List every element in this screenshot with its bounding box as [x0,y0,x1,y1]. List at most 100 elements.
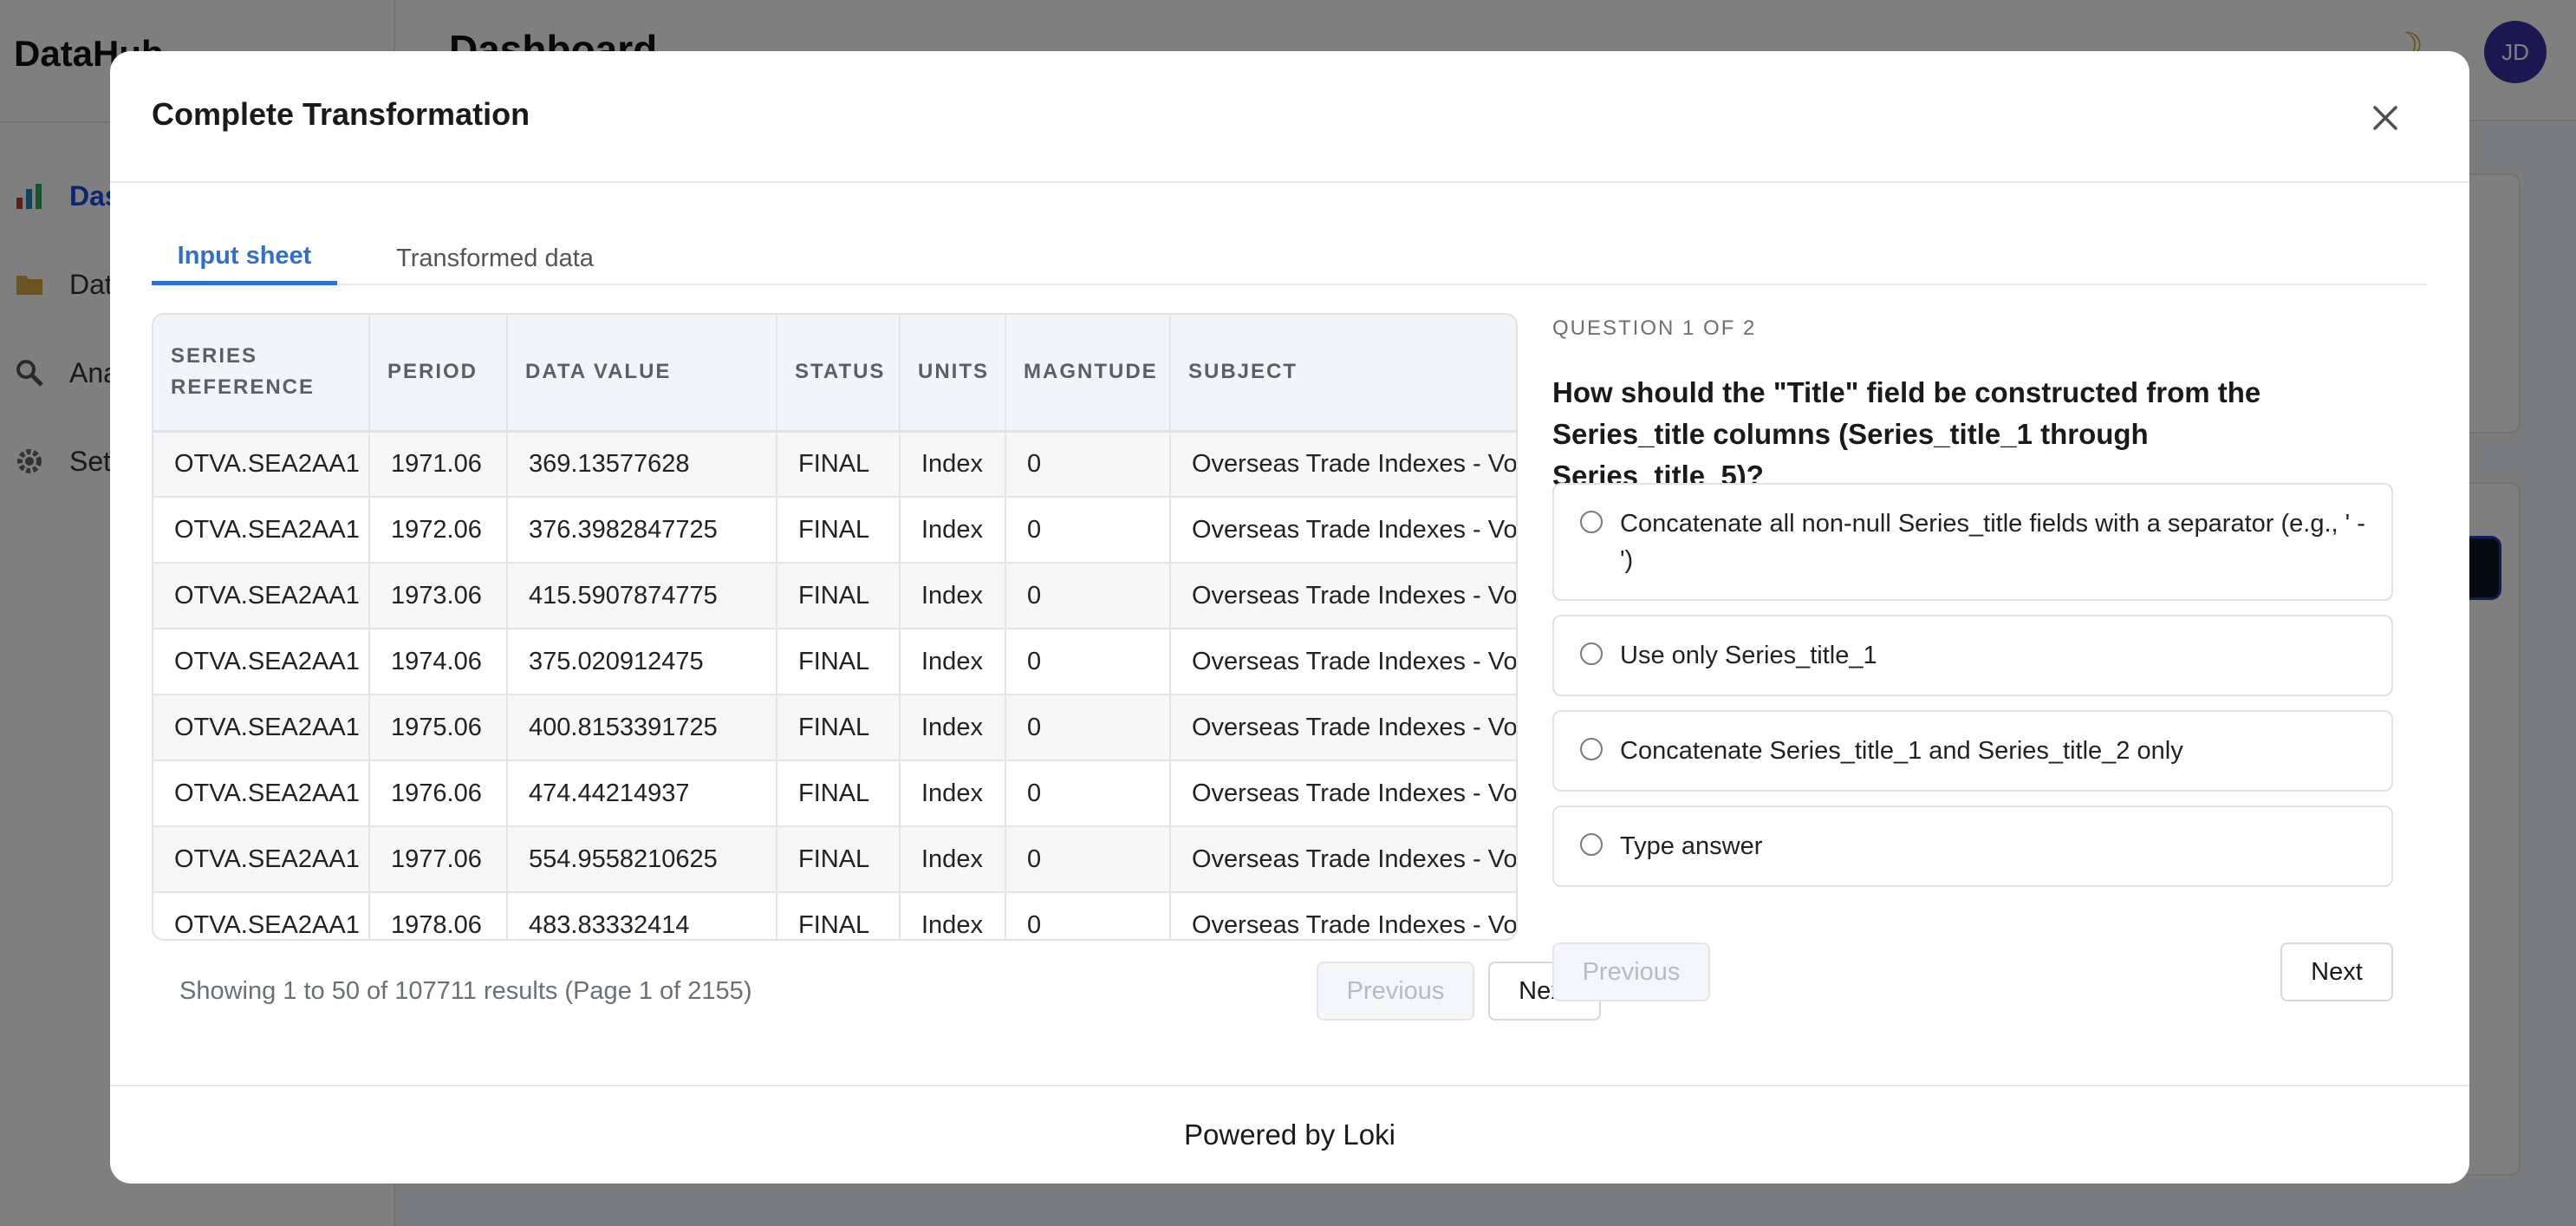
cell-magnitude: 0 [1005,497,1171,564]
cell-units: Index [900,497,1006,564]
cell-series-reference: OTVA.SEA2AA1 [153,826,370,893]
cell-series-reference: OTVA.SEA2AA1 [153,695,370,761]
question-counter: QUESTION 1 OF 2 [1552,316,1757,340]
close-button[interactable] [2362,95,2409,141]
cell-series-reference: OTVA.SEA2AA1 [153,563,370,629]
cell-period: 1974.06 [369,629,508,695]
option-label: Concatenate Series_title_1 and Series_ti… [1620,737,2183,765]
cell-subject: Overseas Trade Indexes - Vol [1170,826,1516,893]
question-next-button[interactable]: Next [2280,942,2393,1001]
cell-period: 1977.06 [369,826,508,893]
radio-button[interactable] [1580,833,1603,856]
modal-footer: Powered by Loki [110,1085,2469,1184]
cell-units: Index [900,431,1006,498]
cell-period: 1972.06 [369,497,508,564]
cell-magnitude: 0 [1005,826,1171,893]
cell-subject: Overseas Trade Indexes - Vol [1170,892,1516,939]
cell-status: FINAL [777,695,901,761]
option-label: Use only Series_title_1 [1620,642,1877,669]
cell-units: Index [900,760,1006,827]
cell-magnitude: 0 [1005,695,1171,761]
answer-option-series-title-1[interactable]: Use only Series_title_1 [1552,615,2393,696]
cell-subject: Overseas Trade Indexes - Vol [1170,760,1516,827]
cell-subject: Overseas Trade Indexes - Vol [1170,497,1516,564]
cell-status: FINAL [777,629,901,695]
answer-option-concatenate-all[interactable]: Concatenate all non-null Series_title fi… [1552,483,2393,601]
pagination-summary: Showing 1 to 50 of 107711 results (Page … [179,977,752,1005]
cell-series-reference: OTVA.SEA2AA1 [153,629,370,695]
cell-magnitude: 0 [1005,431,1171,498]
cell-data-value: 369.13577628 [507,431,777,498]
cell-magnitude: 0 [1005,563,1171,629]
radio-button[interactable] [1580,738,1603,760]
cell-data-value: 554.9558210625 [507,826,777,893]
cell-subject: Overseas Trade Indexes - Vol [1170,629,1516,695]
cell-subject: Overseas Trade Indexes - Vol [1170,695,1516,761]
column-header-subject[interactable]: SUBJECT [1170,315,1516,433]
column-header-magnitude[interactable]: MAGNTUDE [1005,315,1171,433]
data-table-container[interactable]: SERIES REFERENCE PERIOD DATA VALUE STATU… [152,313,1518,941]
cell-units: Index [900,695,1006,761]
cell-status: FINAL [777,497,901,564]
cell-data-value: 483.83332414 [507,892,777,939]
cell-data-value: 376.3982847725 [507,497,777,564]
modal-title: Complete Transformation [152,96,530,132]
tab-bar: Input sheet Transformed data [152,232,2428,285]
cell-period: 1978.06 [369,892,508,939]
cell-subject: Overseas Trade Indexes - Vol [1170,431,1516,498]
cell-magnitude: 0 [1005,629,1171,695]
cell-units: Index [900,563,1006,629]
cell-series-reference: OTVA.SEA2AA1 [153,892,370,939]
table-row[interactable]: OTVA.SEA2AA1 1973.06 415.5907874775 FINAL In… [153,563,1516,629]
column-header-status[interactable]: STATUS [777,315,901,433]
cell-series-reference: OTVA.SEA2AA1 [153,431,370,498]
cell-period: 1975.06 [369,695,508,761]
cell-units: Index [900,892,1006,939]
cell-series-reference: OTVA.SEA2AA1 [153,497,370,564]
cell-period: 1976.06 [369,760,508,827]
table-row[interactable]: OTVA.SEA2AA1 1976.06 474.44214937 FINAL Inde… [153,760,1516,827]
question-text: How should the "Title" field be construc… [1552,376,2261,492]
radio-button[interactable] [1580,511,1603,533]
cell-period: 1973.06 [369,563,508,629]
modal-header: Complete Transformation [110,51,2469,183]
cell-subject: Overseas Trade Indexes - Vol [1170,563,1516,629]
answer-option-type-answer[interactable]: Type answer [1552,805,2393,887]
cell-status: FINAL [777,760,901,827]
option-label: Concatenate all non-null Series_title fi… [1620,510,2365,574]
column-header-units[interactable]: UNITS [900,315,1006,433]
table-previous-button[interactable]: Previous [1317,962,1474,1021]
table-row[interactable]: OTVA.SEA2AA1 1977.06 554.9558210625 FINAL In… [153,826,1516,893]
cell-status: FINAL [777,826,901,893]
transformation-modal: Complete Transformation Input sheet Tran… [110,51,2469,1184]
close-icon [2373,106,2397,130]
cell-magnitude: 0 [1005,892,1171,939]
cell-units: Index [900,629,1006,695]
table-row[interactable]: OTVA.SEA2AA1 1971.06 369.13577628 FINAL Inde… [153,431,1516,498]
data-table: SERIES REFERENCE PERIOD DATA VALUE STATU… [153,315,1516,939]
option-label: Type answer [1620,832,1763,860]
column-header-period[interactable]: PERIOD [369,315,508,433]
tab-transformed-data[interactable]: Transformed data [368,232,621,285]
table-header-row: SERIES REFERENCE PERIOD DATA VALUE STATU… [153,315,1516,433]
table-row[interactable]: OTVA.SEA2AA1 1974.06 375.020912475 FINAL Ind… [153,629,1516,695]
cell-magnitude: 0 [1005,760,1171,827]
cell-period: 1971.06 [369,431,508,498]
table-row[interactable]: OTVA.SEA2AA1 1975.06 400.8153391725 FINAL In… [153,695,1516,761]
cell-data-value: 474.44214937 [507,760,777,827]
table-row[interactable]: OTVA.SEA2AA1 1972.06 376.3982847725 FINAL In… [153,497,1516,564]
cell-units: Index [900,826,1006,893]
cell-series-reference: OTVA.SEA2AA1 [153,760,370,827]
column-header-series-reference[interactable]: SERIES REFERENCE [153,315,370,433]
column-header-data-value[interactable]: DATA VALUE [507,315,777,433]
question-previous-button[interactable]: Previous [1552,942,1710,1001]
answer-option-title-1-and-2[interactable]: Concatenate Series_title_1 and Series_ti… [1552,710,2393,792]
table-row[interactable]: OTVA.SEA2AA1 1978.06 483.83332414 FINAL Inde… [153,892,1516,939]
cell-data-value: 415.5907874775 [507,563,777,629]
cell-status: FINAL [777,431,901,498]
table-body: OTVA.SEA2AA1 1971.06 369.13577628 FINAL Inde… [153,431,1516,939]
cell-data-value: 400.8153391725 [507,695,777,761]
tab-input-sheet[interactable]: Input sheet [152,232,337,285]
cell-status: FINAL [777,563,901,629]
radio-button[interactable] [1580,642,1603,665]
